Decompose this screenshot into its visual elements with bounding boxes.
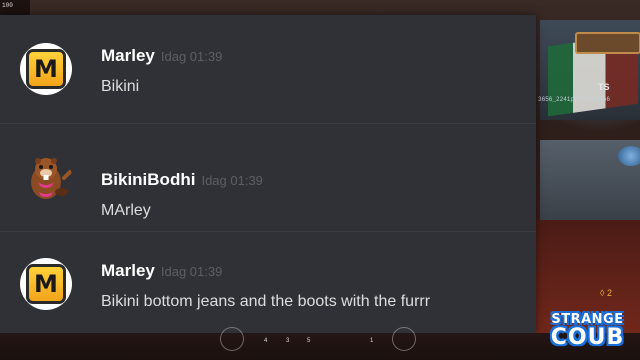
hud-ring [220, 327, 244, 351]
chat-message: BikiniBodhi Idag 01:39 MArley [0, 123, 536, 230]
avatar-letter: M [26, 49, 66, 89]
message-text: Bikini bottom jeans and the boots with t… [101, 293, 431, 310]
author-name[interactable]: BikiniBodhi [101, 170, 195, 189]
message-header: Marley Idag 01:39 [101, 261, 222, 281]
compass-icon: ◊ 2 [600, 288, 612, 298]
brand-line-2: COUB [550, 325, 625, 350]
m-logo-icon[interactable]: M [20, 43, 72, 95]
author-name[interactable]: Marley [101, 46, 155, 65]
author-name[interactable]: Marley [101, 261, 155, 280]
m-logo-icon[interactable]: M [20, 258, 72, 310]
hud-code: 3656_2241p5_14180466 [538, 96, 611, 103]
hud-slot: 4 [264, 338, 268, 344]
hud-slot: 3 [286, 338, 290, 344]
message-timestamp: Idag 01:39 [160, 264, 223, 279]
chat-message: M Marley Idag 01:39 Bikini [0, 15, 536, 121]
hud-ring [392, 327, 416, 351]
beaver-avatar-icon[interactable] [20, 152, 72, 204]
chat-window: M Marley Idag 01:39 Bikini BikiniBodhi I… [0, 15, 536, 333]
hud-slot: 1 [370, 338, 374, 344]
wall-sign [575, 32, 640, 54]
message-timestamp: Idag 01:39 [160, 49, 223, 64]
team-tag: TS [598, 82, 610, 92]
lamp [618, 146, 640, 166]
beaver-icon [31, 158, 72, 199]
brand-watermark: STRANGE COUB [535, 313, 640, 360]
hud-slot: 5 [307, 338, 311, 344]
message-text: Bikini [101, 78, 140, 95]
fps-counter: 100 [2, 2, 13, 9]
message-header: Marley Idag 01:39 [101, 46, 222, 66]
message-text: MArley [101, 202, 151, 219]
message-header: BikiniBodhi Idag 01:39 [101, 170, 263, 190]
avatar-letter: M [26, 264, 66, 304]
message-timestamp: Idag 01:39 [201, 173, 263, 188]
chat-message: M Marley Idag 01:39 Bikini bottom jeans a… [0, 231, 536, 338]
